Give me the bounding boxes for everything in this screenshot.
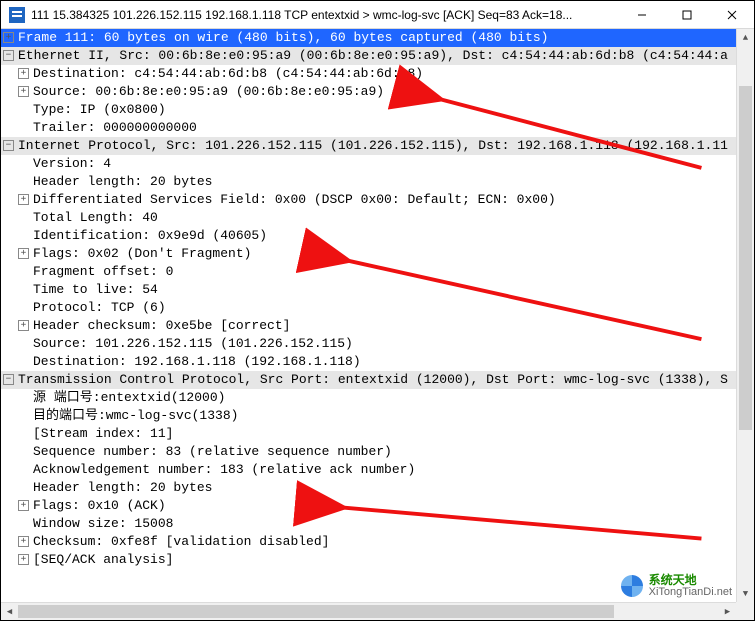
expand-icon[interactable]: + — [18, 68, 29, 79]
tcp-ack-row[interactable]: Acknowledgement number: 183 (relative ac… — [1, 461, 736, 479]
tcp-stream-row[interactable]: [Stream index: 11] — [1, 425, 736, 443]
watermark-logo-icon — [621, 575, 643, 597]
eth-type-row[interactable]: Type: IP (0x0800) — [1, 101, 736, 119]
tcp-seq-row[interactable]: Sequence number: 83 (relative sequence n… — [1, 443, 736, 461]
scroll-left-icon[interactable]: ◀ — [1, 607, 18, 617]
ip-frag-row[interactable]: Fragment offset: 0 — [1, 263, 736, 281]
window-titlebar: 111 15.384325 101.226.152.115 192.168.1.… — [1, 1, 754, 29]
expand-icon[interactable]: + — [18, 320, 29, 331]
scroll-thumb[interactable] — [18, 605, 614, 618]
ethernet-row[interactable]: − Ethernet II, Src: 00:6b:8e:e0:95:a9 (0… — [1, 47, 736, 65]
ip-version-row[interactable]: Version: 4 — [1, 155, 736, 173]
window-title: 111 15.384325 101.226.152.115 192.168.1.… — [31, 8, 619, 22]
maximize-button[interactable] — [664, 1, 709, 28]
scroll-up-icon[interactable]: ▲ — [737, 29, 754, 46]
tcp-win-row[interactable]: Window size: 15008 — [1, 515, 736, 533]
ip-proto-row[interactable]: Protocol: TCP (6) — [1, 299, 736, 317]
ip-summary: Internet Protocol, Src: 101.226.152.115 … — [18, 137, 734, 155]
close-button[interactable] — [709, 1, 754, 28]
expand-icon[interactable]: + — [18, 500, 29, 511]
ip-id-row[interactable]: Identification: 0x9e9d (40605) — [1, 227, 736, 245]
ip-row[interactable]: − Internet Protocol, Src: 101.226.152.11… — [1, 137, 736, 155]
collapse-icon[interactable]: − — [3, 140, 14, 151]
vertical-scrollbar[interactable]: ▲ ▼ — [736, 29, 754, 602]
packet-details-pane[interactable]: + Frame 111: 60 bytes on wire (480 bits)… — [1, 29, 736, 602]
watermark-title: 系统天地 — [649, 574, 732, 586]
expand-icon[interactable]: + — [18, 194, 29, 205]
expand-icon[interactable]: + — [3, 32, 14, 43]
ip-tlen-row[interactable]: Total Length: 40 — [1, 209, 736, 227]
ip-flags-row[interactable]: +Flags: 0x02 (Don't Fragment) — [1, 245, 736, 263]
tcp-summary: Transmission Control Protocol, Src Port:… — [18, 371, 734, 389]
ip-hlen-row[interactable]: Header length: 20 bytes — [1, 173, 736, 191]
tcp-row[interactable]: − Transmission Control Protocol, Src Por… — [1, 371, 736, 389]
tcp-dstport-row[interactable]: 目的端口号:wmc-log-svc(1338) — [1, 407, 736, 425]
tcp-seqack-row[interactable]: +[SEQ/ACK analysis] — [1, 551, 736, 569]
ip-dst-row[interactable]: Destination: 192.168.1.118 (192.168.1.11… — [1, 353, 736, 371]
minimize-button[interactable] — [619, 1, 664, 28]
frame-summary: Frame 111: 60 bytes on wire (480 bits), … — [18, 29, 555, 47]
scroll-right-icon[interactable]: ▶ — [719, 607, 736, 617]
app-icon — [9, 7, 25, 23]
eth-dst-row[interactable]: +Destination: c4:54:44:ab:6d:b8 (c4:54:4… — [1, 65, 736, 83]
watermark-url: XiTongTianDi.net — [649, 586, 732, 598]
horizontal-scrollbar[interactable]: ◀ ▶ — [1, 602, 736, 620]
ip-dsf-row[interactable]: +Differentiated Services Field: 0x00 (DS… — [1, 191, 736, 209]
scroll-thumb[interactable] — [739, 86, 752, 430]
collapse-icon[interactable]: − — [3, 50, 14, 61]
ip-src-row[interactable]: Source: 101.226.152.115 (101.226.152.115… — [1, 335, 736, 353]
eth-trailer-row[interactable]: Trailer: 000000000000 — [1, 119, 736, 137]
expand-icon[interactable]: + — [18, 248, 29, 259]
ethernet-summary: Ethernet II, Src: 00:6b:8e:e0:95:a9 (00:… — [18, 47, 734, 65]
expand-icon[interactable]: + — [18, 536, 29, 547]
expand-icon[interactable]: + — [18, 554, 29, 565]
collapse-icon[interactable]: − — [3, 374, 14, 385]
tcp-srcport-row[interactable]: 源 端口号:entextxid(12000) — [1, 389, 736, 407]
scroll-corner — [736, 602, 754, 620]
scroll-down-icon[interactable]: ▼ — [737, 585, 754, 602]
ip-ttl-row[interactable]: Time to live: 54 — [1, 281, 736, 299]
tcp-hlen-row[interactable]: Header length: 20 bytes — [1, 479, 736, 497]
watermark: 系统天地 XiTongTianDi.net — [621, 574, 732, 598]
window-controls — [619, 1, 754, 28]
expand-icon[interactable]: + — [18, 86, 29, 97]
frame-row[interactable]: + Frame 111: 60 bytes on wire (480 bits)… — [1, 29, 736, 47]
tcp-chk-row[interactable]: +Checksum: 0xfe8f [validation disabled] — [1, 533, 736, 551]
tcp-flags-row[interactable]: +Flags: 0x10 (ACK) — [1, 497, 736, 515]
eth-src-row[interactable]: +Source: 00:6b:8e:e0:95:a9 (00:6b:8e:e0:… — [1, 83, 736, 101]
ip-chk-row[interactable]: +Header checksum: 0xe5be [correct] — [1, 317, 736, 335]
